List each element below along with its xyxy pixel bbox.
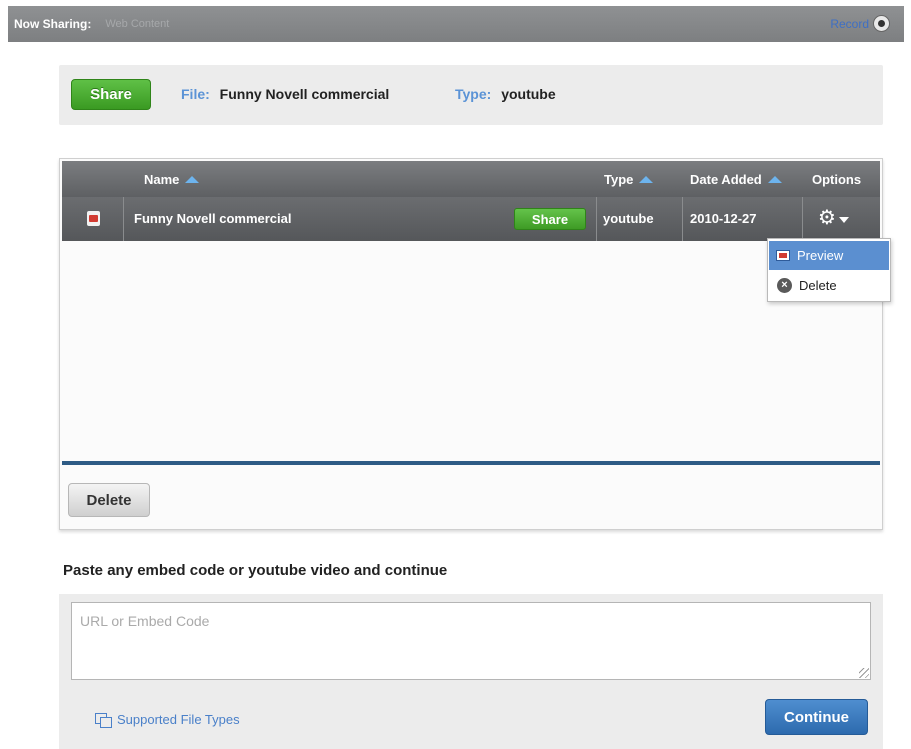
- gear-icon[interactable]: ⚙: [818, 208, 836, 228]
- embed-panel: Supported File Types Continue: [59, 594, 883, 749]
- supported-file-types-link[interactable]: Supported File Types: [95, 712, 240, 728]
- column-date-label[interactable]: Date Added: [690, 172, 762, 187]
- delete-circle-icon: ×: [777, 278, 792, 293]
- supported-file-types-label[interactable]: Supported File Types: [117, 712, 240, 727]
- column-divider: [682, 197, 683, 241]
- table-row[interactable]: Funny Novell commercial Share youtube 20…: [62, 197, 880, 241]
- top-bar: Now Sharing: Web Content Record: [8, 6, 904, 42]
- row-type: youtube: [603, 211, 654, 226]
- embed-heading: Paste any embed code or youtube video an…: [63, 562, 448, 579]
- record-label[interactable]: Record: [830, 17, 869, 31]
- column-name-label[interactable]: Name: [144, 172, 179, 187]
- menu-item-label: Delete: [799, 278, 837, 293]
- row-name: Funny Novell commercial: [134, 211, 292, 226]
- menu-item-delete[interactable]: × Delete: [769, 271, 889, 300]
- type-info: Type: youtube: [455, 86, 556, 102]
- column-header-options: Options: [812, 172, 861, 187]
- resize-handle-icon[interactable]: [859, 668, 869, 678]
- file-table: Name Type Date Added Options Funny Novel…: [59, 158, 883, 530]
- sort-icon[interactable]: [185, 176, 200, 183]
- now-sharing-value: Web Content: [105, 18, 170, 30]
- column-header-type[interactable]: Type: [604, 172, 654, 187]
- row-options-button[interactable]: ⚙: [818, 208, 849, 228]
- continue-button[interactable]: Continue: [765, 699, 868, 735]
- table-footer-divider: [62, 461, 880, 465]
- preview-icon: [776, 250, 790, 261]
- column-options-label: Options: [812, 172, 862, 187]
- file-value: Funny Novell commercial: [219, 86, 390, 102]
- chevron-down-icon[interactable]: [838, 217, 849, 223]
- sort-icon[interactable]: [767, 176, 782, 183]
- row-share-button[interactable]: Share: [514, 208, 586, 230]
- column-divider: [802, 197, 803, 241]
- type-value: youtube: [501, 86, 556, 102]
- column-divider: [123, 197, 124, 241]
- column-header-date-added[interactable]: Date Added: [690, 172, 782, 187]
- record-button[interactable]: Record: [830, 15, 890, 32]
- share-button[interactable]: Share: [71, 79, 151, 110]
- menu-item-preview[interactable]: Preview: [769, 241, 889, 270]
- column-header-name[interactable]: Name: [144, 172, 200, 187]
- column-type-label[interactable]: Type: [604, 172, 633, 187]
- type-label: Type:: [455, 86, 492, 102]
- file-info: File: Funny Novell commercial: [181, 86, 389, 102]
- delete-button[interactable]: Delete: [68, 483, 150, 517]
- youtube-icon: [87, 211, 100, 226]
- row-date-added: 2010-12-27: [690, 211, 757, 226]
- files-icon[interactable]: [95, 712, 113, 728]
- now-sharing-label: Now Sharing:: [14, 17, 92, 31]
- file-label: File:: [181, 86, 210, 102]
- share-panel: Share File: Funny Novell commercial Type…: [59, 65, 883, 125]
- record-icon[interactable]: [873, 15, 890, 32]
- options-menu: Preview × Delete: [767, 238, 891, 302]
- embed-code-input[interactable]: [71, 602, 871, 680]
- sort-icon[interactable]: [639, 176, 654, 183]
- menu-item-label: Preview: [797, 248, 844, 263]
- column-divider: [596, 197, 597, 241]
- table-header: Name Type Date Added Options: [62, 161, 880, 197]
